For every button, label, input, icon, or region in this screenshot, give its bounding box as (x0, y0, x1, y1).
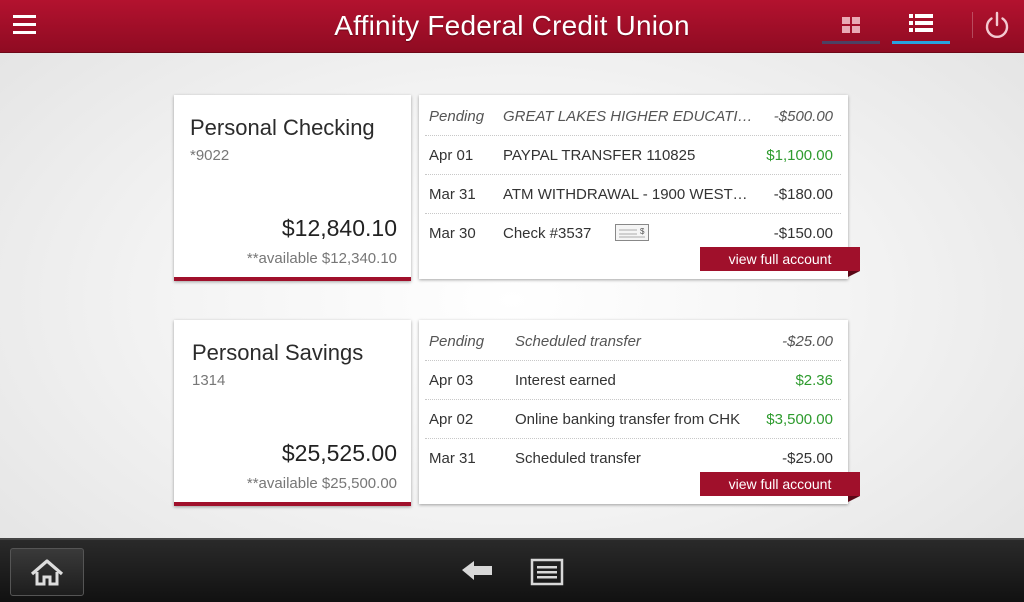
transaction-date: Mar 31 (429, 186, 476, 203)
transaction-date: Pending (429, 333, 485, 350)
transaction-description: Interest earned (515, 372, 616, 389)
account-balance: $25,525.00 (281, 440, 397, 466)
transaction-row[interactable]: Pending Scheduled transfer -$25.00 (425, 322, 841, 361)
top-app-bar: Affinity Federal Credit Union (0, 0, 1024, 53)
back-button[interactable] (460, 558, 494, 586)
transaction-description: Scheduled transfer (515, 450, 641, 467)
transaction-description: Scheduled transfer (515, 333, 641, 350)
transaction-amount: -$25.00 (782, 333, 833, 350)
transaction-amount: $3,500.00 (766, 411, 833, 428)
ribbon-fold (848, 496, 860, 502)
power-icon (985, 11, 1009, 39)
system-navigation-bar (0, 538, 1024, 602)
back-arrow-icon (462, 561, 492, 580)
transaction-description: PAYPAL TRANSFER 110825 (503, 147, 696, 164)
list-view-indicator (892, 41, 950, 44)
check-image-icon[interactable]: $ (615, 224, 649, 241)
transaction-amount: -$180.00 (773, 186, 833, 203)
toolbar-divider (972, 12, 973, 38)
account-name: Personal Checking (190, 115, 375, 140)
savings-transactions-card: Pending Scheduled transfer -$25.00 Apr 0… (419, 320, 860, 504)
view-full-account-label: view full account (728, 476, 832, 492)
account-available-balance: **available $12,340.10 (246, 250, 397, 267)
account-available-balance: **available $25,500.00 (246, 475, 397, 492)
list-view-button[interactable] (892, 8, 950, 44)
transaction-date: Apr 02 (429, 411, 474, 428)
transaction-amount: -$25.00 (782, 450, 833, 467)
transaction-description: Online banking transfer from CHK (515, 411, 741, 428)
transaction-amount: $1,100.00 (766, 147, 833, 164)
transaction-description: ATM WITHDRAWAL - 1900 WEST 1ST STREET (503, 186, 751, 203)
view-full-account-button[interactable]: view full account (700, 472, 860, 502)
savings-account-card[interactable]: Personal Savings 1314 $25,525.00 **avail… (174, 320, 411, 506)
transaction-description: GREAT LAKES HIGHER EDUCATION CORP (503, 108, 753, 125)
transaction-date: Apr 01 (429, 147, 474, 164)
grid-view-button[interactable] (822, 8, 880, 44)
home-icon (30, 559, 64, 586)
home-button[interactable] (10, 548, 84, 596)
grid-view-indicator (822, 41, 880, 44)
account-name: Personal Savings (192, 340, 364, 365)
checking-transactions-card: Pending GREAT LAKES HIGHER EDUCATION COR… (419, 95, 860, 279)
transaction-date: Mar 31 (429, 450, 476, 467)
transaction-row[interactable]: Apr 03 Interest earned $2.36 (425, 361, 841, 400)
account-balance: $12,840.10 (281, 215, 397, 241)
recent-apps-icon (530, 558, 564, 586)
transaction-date: Apr 03 (429, 372, 474, 389)
transaction-row[interactable]: Pending GREAT LAKES HIGHER EDUCATION COR… (425, 97, 841, 136)
checking-account-card[interactable]: Personal Checking *9022 $12,840.10 **ava… (174, 95, 411, 281)
ribbon-fold (848, 271, 860, 277)
recent-apps-button[interactable] (530, 558, 564, 586)
grid-view-icon (842, 17, 860, 33)
transaction-row[interactable]: Apr 01 PAYPAL TRANSFER 110825 $1,100.00 (425, 136, 841, 175)
transaction-row[interactable]: Apr 02 Online banking transfer from CHK … (425, 400, 841, 439)
transaction-amount: -$150.00 (773, 225, 833, 242)
transaction-date: Pending (429, 108, 485, 125)
list-view-icon (909, 14, 933, 32)
account-number: *9022 (190, 147, 230, 164)
svg-text:$: $ (640, 227, 645, 236)
transaction-row[interactable]: Mar 31 ATM WITHDRAWAL - 1900 WEST 1ST ST… (425, 175, 841, 214)
view-full-account-label: view full account (728, 251, 832, 267)
transaction-amount: $2.36 (795, 372, 833, 389)
transaction-description: Check #3537 (503, 225, 592, 242)
power-button[interactable] (982, 10, 1012, 40)
account-number: 1314 (192, 372, 226, 389)
transaction-amount: -$500.00 (773, 108, 833, 125)
view-full-account-button[interactable]: view full account (700, 247, 860, 277)
transaction-date: Mar 30 (429, 225, 476, 242)
